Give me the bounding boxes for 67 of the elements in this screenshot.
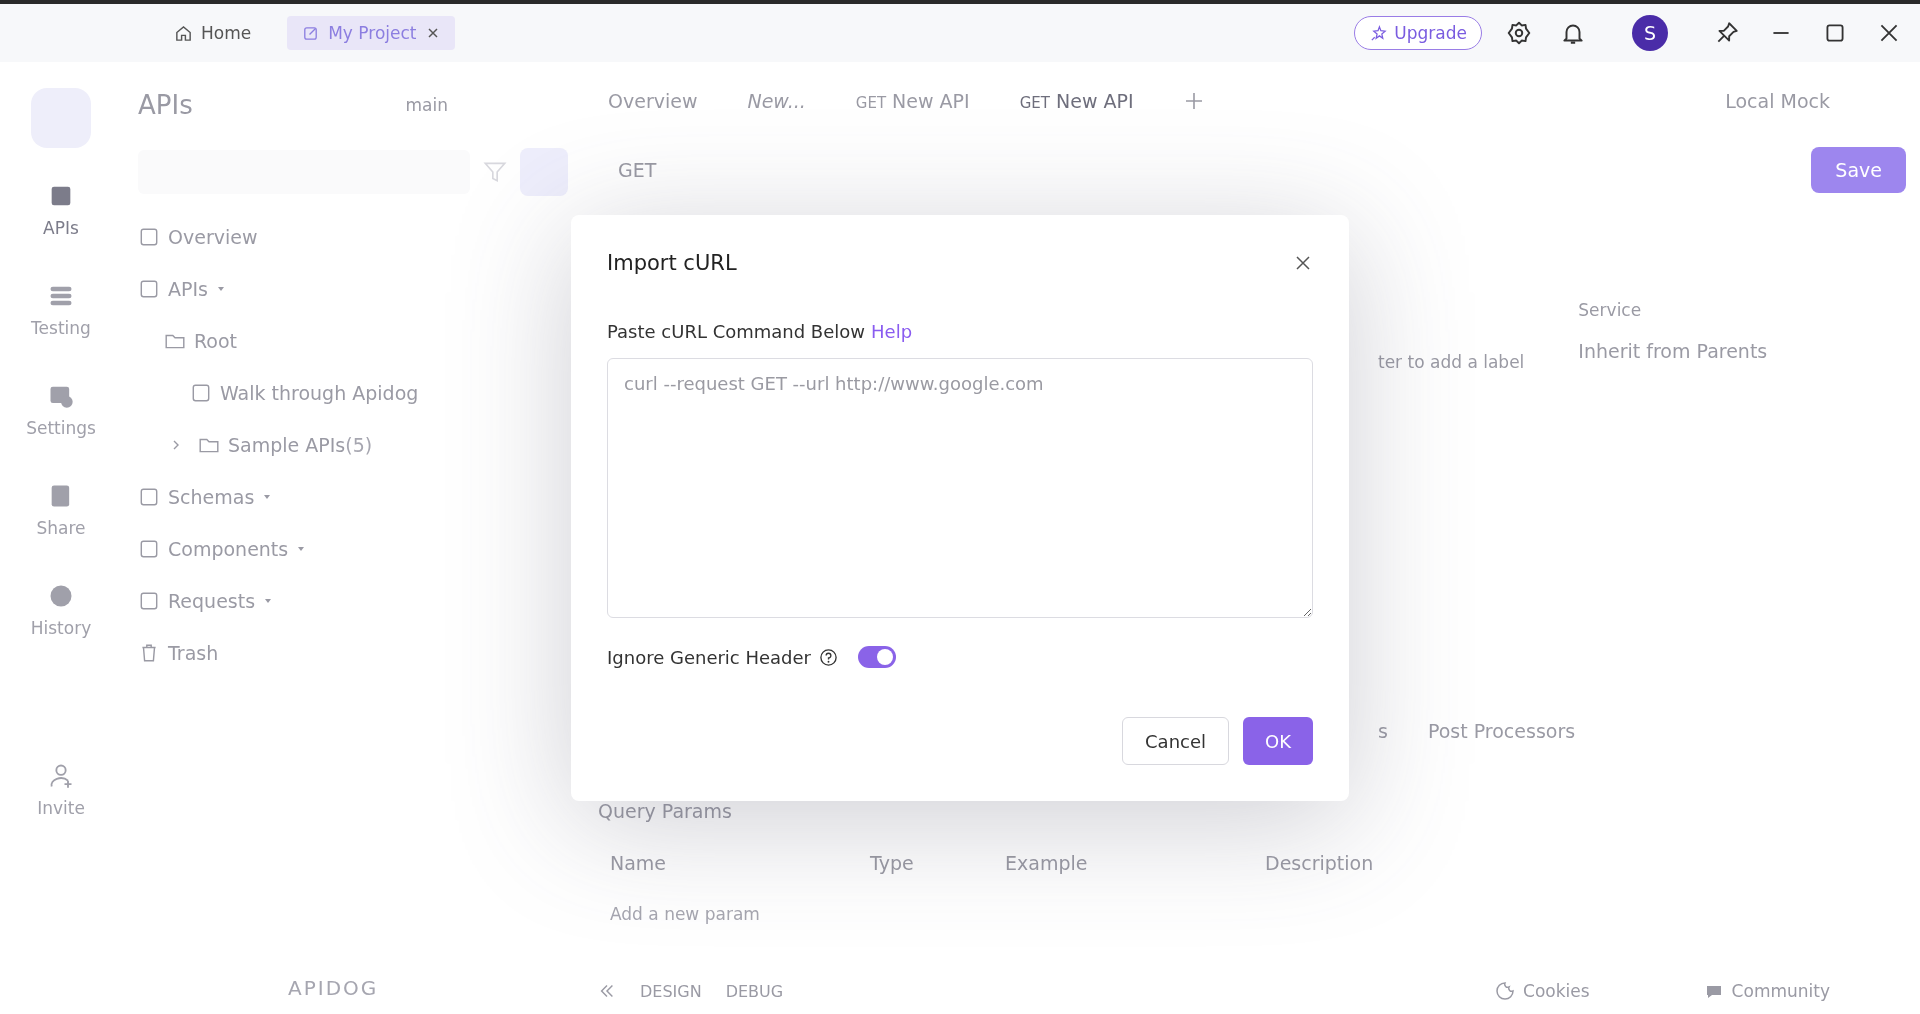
- rail-item[interactable]: Settings: [26, 382, 96, 438]
- field-label: Paste cURL Command Below: [607, 321, 866, 342]
- settings-icon[interactable]: [1506, 20, 1532, 46]
- option-label: Ignore Generic Header: [607, 646, 812, 668]
- tree-item[interactable]: Overview: [168, 226, 258, 248]
- page-icon: [138, 538, 160, 560]
- cookie-icon: [1495, 981, 1516, 1001]
- window-tab[interactable]: My Project: [287, 16, 455, 50]
- save-button[interactable]: Save: [1811, 147, 1906, 193]
- tree-item[interactable]: Trash: [168, 642, 219, 664]
- page-icon: [138, 226, 160, 248]
- tree-item[interactable]: Requests: [168, 590, 256, 612]
- api-tab[interactable]: New...: [747, 90, 806, 112]
- column-header: Type: [870, 852, 915, 874]
- field-label: Service: [1578, 300, 1643, 320]
- tree-item[interactable]: Root: [194, 330, 238, 352]
- tree-item[interactable]: APIs: [168, 278, 208, 300]
- add-param-row[interactable]: Add a new param: [598, 904, 1920, 924]
- brand-logo: APIDOG: [288, 976, 380, 1000]
- cancel-button[interactable]: Cancel: [1122, 717, 1229, 765]
- rail-item[interactable]: APIs: [43, 182, 79, 238]
- help-link[interactable]: Help: [871, 321, 913, 342]
- rail-item[interactable]: Invite: [37, 762, 85, 818]
- rail-item[interactable]: Share: [36, 482, 86, 538]
- dialog-title: Import cURL: [607, 251, 737, 275]
- service-select[interactable]: Inherit from Parents: [1578, 340, 1768, 362]
- rail-item[interactable]: History: [30, 582, 92, 638]
- tree-item[interactable]: Components: [168, 538, 289, 560]
- tab-label: Home: [201, 23, 252, 43]
- add-tab-icon[interactable]: [1183, 91, 1204, 111]
- column-header: Name: [610, 852, 668, 874]
- star-icon: [1369, 23, 1389, 43]
- environment-selector[interactable]: Local Mock: [1725, 90, 1830, 112]
- ok-button[interactable]: OK: [1243, 717, 1313, 765]
- method-selector[interactable]: GET: [618, 159, 657, 181]
- curl-input[interactable]: curl --request GET --url http://www.google.com: [607, 358, 1313, 618]
- tab-label: My Project: [328, 23, 417, 43]
- tree-item[interactable]: Schemas: [168, 486, 255, 508]
- page-icon: [138, 590, 160, 612]
- tree-item[interactable]: Walk through Apidog: [220, 382, 419, 404]
- section-title: Query Params: [598, 800, 733, 822]
- upgrade-button[interactable]: Upgrade: [1354, 16, 1482, 50]
- mode-tab[interactable]: DEBUG: [725, 981, 784, 1001]
- section-tab[interactable]: s: [1378, 720, 1388, 770]
- column-header: Example: [1005, 852, 1089, 874]
- collapse-icon[interactable]: [598, 982, 616, 1000]
- user-avatar[interactable]: S: [1632, 15, 1668, 51]
- api-tab[interactable]: Overview: [608, 90, 698, 112]
- api-tab[interactable]: GET New API: [1019, 90, 1134, 112]
- help-icon[interactable]: [819, 647, 839, 667]
- mode-tab[interactable]: DESIGN: [640, 981, 702, 1001]
- footer-link[interactable]: Cookies: [1523, 981, 1590, 1001]
- column-header: Description: [1265, 852, 1374, 874]
- home-icon: [174, 23, 193, 43]
- footer-link[interactable]: Community: [1731, 981, 1830, 1001]
- label-hint: ter to add a label: [1378, 352, 1525, 372]
- branch-selector[interactable]: main: [405, 95, 448, 115]
- page-icon: [138, 278, 160, 300]
- rail-item[interactable]: Testing: [31, 282, 91, 338]
- window-tab[interactable]: Home: [160, 16, 266, 50]
- page-icon: [190, 382, 212, 404]
- tree-item[interactable]: Sample APIs(5): [228, 434, 373, 456]
- page-icon: [138, 486, 160, 508]
- section-tab[interactable]: Post Processors: [1427, 720, 1576, 770]
- toggle-switch[interactable]: [858, 646, 897, 668]
- panel-title: APIs: [138, 90, 193, 120]
- api-tab[interactable]: GET New API: [855, 90, 970, 112]
